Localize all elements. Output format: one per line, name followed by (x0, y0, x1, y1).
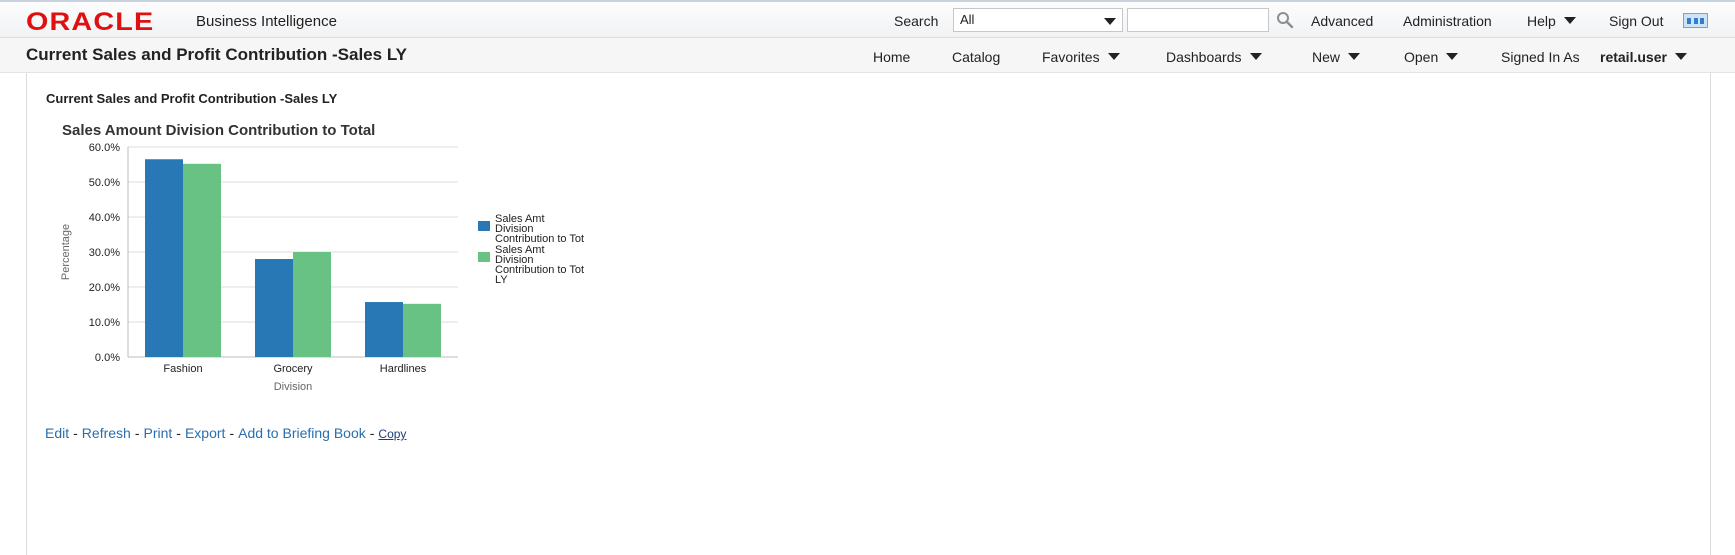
nav-open[interactable]: Open (1404, 48, 1459, 66)
administration-link[interactable]: Administration (1403, 12, 1492, 30)
chevron-down-icon (1348, 53, 1361, 60)
y-tick-label: 30.0% (89, 247, 120, 259)
advanced-link[interactable]: Advanced (1311, 12, 1373, 30)
bar-grocery-series-0 (255, 259, 293, 357)
legend-item-current: Sales Amt Division Contribution to Tot (478, 213, 585, 245)
user-menu[interactable]: retail.user (1600, 48, 1687, 66)
y-tick-label: 20.0% (89, 282, 120, 294)
chevron-down-icon (1674, 53, 1687, 60)
nav-new-label: New (1312, 49, 1341, 65)
x-tick-label: Hardlines (380, 363, 427, 375)
global-header: ORACLE Business Intelligence Search All … (0, 0, 1735, 38)
help-menu[interactable]: Help (1527, 12, 1576, 30)
x-axis-title: Division (274, 381, 313, 393)
product-name: Business Intelligence (196, 13, 337, 30)
x-tick-label: Grocery (273, 363, 313, 375)
bar-hardlines-series-0 (365, 302, 403, 357)
y-tick-label: 40.0% (89, 212, 120, 224)
nav-dashboards[interactable]: Dashboards (1166, 48, 1262, 66)
user-name: retail.user (1600, 49, 1667, 65)
nav-catalog[interactable]: Catalog (952, 48, 1000, 66)
chart-legend: Sales Amt Division Contribution to Tot S… (478, 214, 585, 286)
y-tick-label: 60.0% (89, 142, 120, 154)
page-header: Current Sales and Profit Contribution -S… (0, 38, 1735, 73)
search-scope-value: All (960, 12, 975, 27)
y-tick-label: 0.0% (95, 352, 120, 364)
chevron-down-icon (1249, 53, 1262, 60)
legend-swatch-current (478, 221, 490, 231)
refresh-link[interactable]: Refresh (82, 425, 131, 441)
app-grid-icon[interactable] (1683, 13, 1708, 28)
nav-home[interactable]: Home (873, 48, 910, 66)
nav-favorites-label: Favorites (1042, 49, 1100, 65)
chevron-down-icon (1107, 53, 1120, 60)
section-title: Current Sales and Profit Contribution -S… (46, 91, 338, 106)
page-title: Current Sales and Profit Contribution -S… (26, 45, 407, 64)
chevron-down-icon (1563, 17, 1576, 24)
copy-link[interactable]: Copy (378, 427, 406, 441)
nav-new[interactable]: New (1312, 48, 1361, 66)
search-scope-select[interactable]: All (953, 8, 1123, 32)
help-label: Help (1527, 13, 1556, 29)
print-link[interactable]: Print (144, 425, 173, 441)
report-actions: Edit - Refresh - Print - Export - Add to Briefin… (45, 425, 407, 441)
legend-label-ly: Sales Amt Division Contribution to Tot L… (495, 244, 585, 286)
export-link[interactable]: Export (185, 425, 225, 441)
bar-grocery-series-1 (293, 252, 331, 357)
chevron-down-icon (1104, 18, 1116, 25)
legend-label-current: Sales Amt Division Contribution to Tot (495, 213, 585, 245)
y-axis-title: Percentage (60, 224, 72, 280)
search-label: Search (894, 13, 939, 29)
chevron-down-icon (1446, 53, 1459, 60)
search-input[interactable] (1127, 8, 1269, 32)
search-icon[interactable] (1276, 11, 1294, 29)
legend-item-ly: Sales Amt Division Contribution to Tot L… (478, 244, 585, 286)
y-tick-label: 50.0% (89, 177, 120, 189)
sales-contribution-chart: 0.0% 10.0% 20.0% 30.0% 40.0% 50.0% 60.0% Fashio… (60, 142, 458, 393)
nav-open-label: Open (1404, 49, 1439, 65)
bar-fashion-series-1 (183, 163, 221, 357)
nav-dashboards-label: Dashboards (1166, 49, 1242, 65)
y-tick-label: 10.0% (89, 317, 120, 329)
oracle-logo: ORACLE (26, 8, 155, 36)
sign-out-link[interactable]: Sign Out (1609, 12, 1663, 30)
bar-fashion-series-0 (145, 159, 183, 357)
edit-link[interactable]: Edit (45, 425, 69, 441)
signed-in-label: Signed In As (1501, 49, 1580, 65)
x-tick-label: Fashion (163, 363, 202, 375)
legend-swatch-ly (478, 252, 490, 262)
add-to-briefing-book-link[interactable]: Add to Briefing Book (238, 425, 366, 441)
bar-hardlines-series-1 (403, 303, 441, 357)
nav-favorites[interactable]: Favorites (1042, 48, 1120, 66)
